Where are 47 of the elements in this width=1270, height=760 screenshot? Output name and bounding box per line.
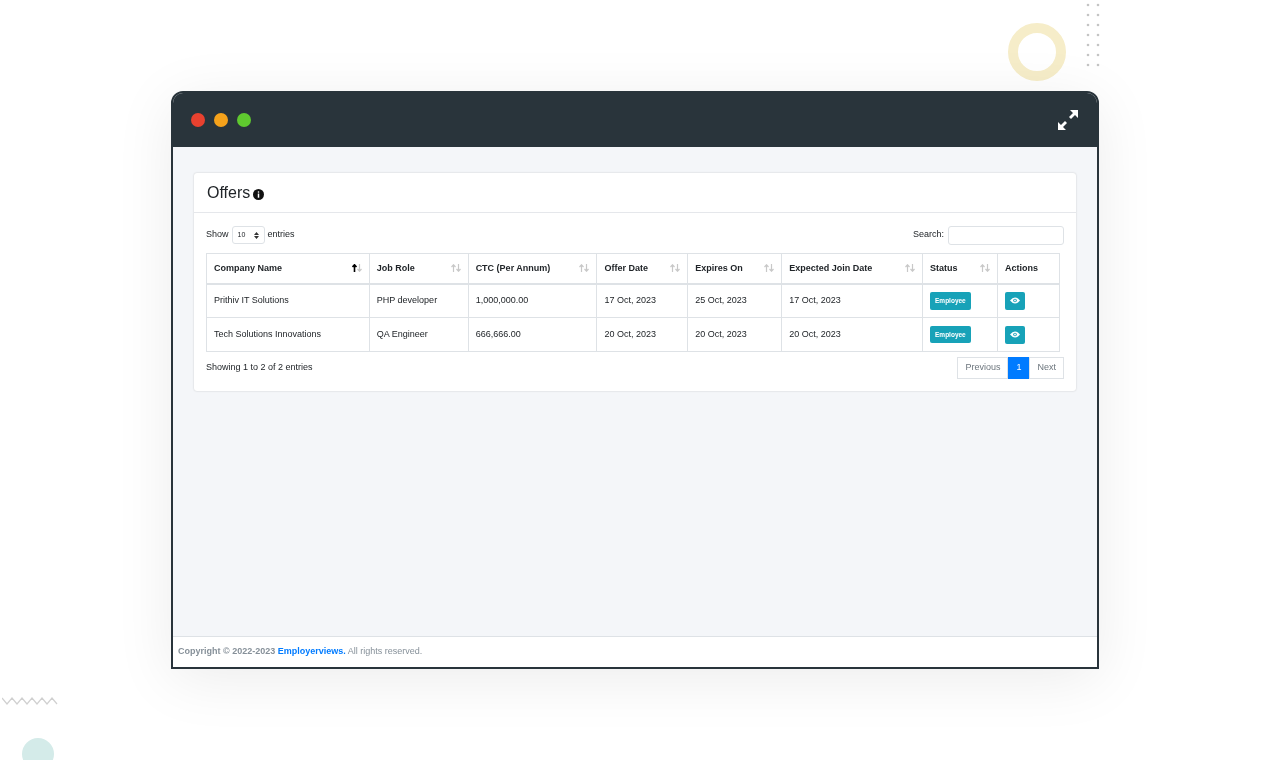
eye-icon [1009,297,1020,305]
search-field[interactable] [948,225,1064,245]
ring-decoration [1007,22,1067,82]
view-button[interactable] [1004,291,1025,310]
entries-label: entries [267,228,295,242]
table-cell: 666,666.00 [468,317,597,352]
sort-icon [351,264,362,273]
column-header: Actions [997,253,1060,284]
card-title: Offers [207,182,251,203]
view-button[interactable] [1004,325,1025,344]
table-cell: 25 Oct, 2023 [687,283,782,318]
column-header[interactable]: Status [922,253,998,284]
table-cell: 1,000,000.00 [468,283,597,318]
dot-grid-decoration [1085,3,1101,67]
expand-icon[interactable] [1057,109,1079,131]
table-cell: 20 Oct, 2023 [781,317,923,352]
page-button[interactable]: 1 [1008,357,1030,379]
circle-decoration [22,738,54,760]
info-icon[interactable] [253,188,265,200]
table-cell: 20 Oct, 2023 [687,317,782,352]
table-cell: PHP developer [369,283,469,318]
next-button[interactable]: Next [1029,357,1064,379]
column-header[interactable]: Offer Date [596,253,688,284]
table-cell: QA Engineer [369,317,469,352]
sort-icon [579,264,590,273]
sort-icon [450,264,461,273]
column-header[interactable]: Expected Join Date [781,253,923,284]
previous-button[interactable]: Previous [957,357,1009,379]
eye-icon [1009,331,1020,338]
table-cell: Tech Solutions Innovations [206,317,370,352]
table-cell: Prithiv IT Solutions [206,283,370,318]
column-header[interactable]: Company Name [206,253,370,284]
show-label: Show [206,228,229,242]
sort-icon [670,264,681,273]
copyright-text: Copyright © 2022-2023 Employerviews. All rights reserved. [178,645,423,659]
table-cell: 20 Oct, 2023 [596,317,688,352]
select-caret-icon [253,231,259,239]
column-header[interactable]: Expires On [687,253,782,284]
table-cell: 17 Oct, 2023 [781,283,923,318]
column-header[interactable]: CTC (Per Annum) [468,253,597,284]
sort-icon [905,264,916,273]
sort-icon [979,264,990,273]
search-label: Search: [912,228,944,242]
table-info: Showing 1 to 2 of 2 entries [206,361,313,375]
table-cell: 17 Oct, 2023 [596,283,688,318]
sort-icon [764,264,775,273]
column-header[interactable]: Job Role [369,253,469,284]
